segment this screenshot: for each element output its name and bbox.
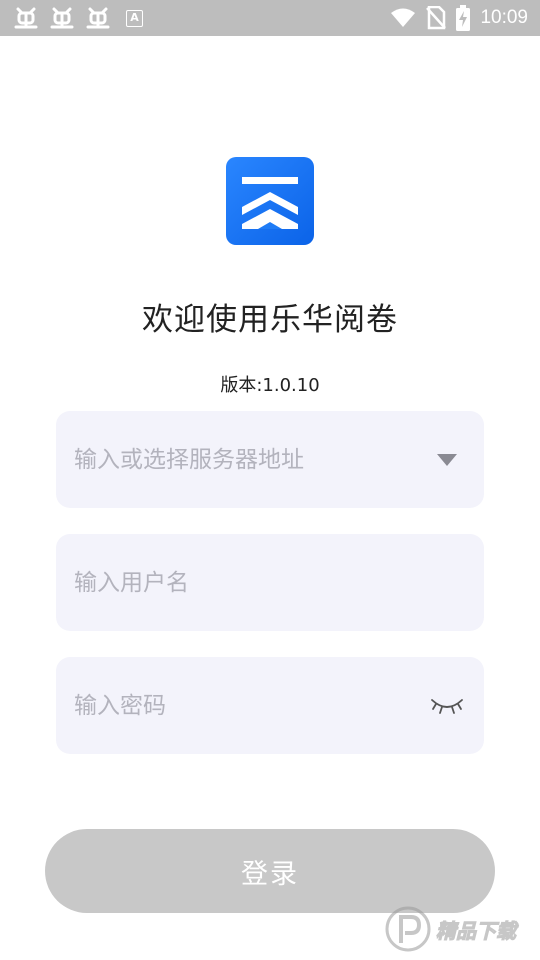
server-address-field[interactable] (56, 411, 484, 508)
wifi-icon (391, 8, 416, 27)
status-right-icons: 10:09 (390, 5, 528, 31)
app-logo-icon (226, 157, 314, 245)
watermark-logo-icon (385, 906, 431, 952)
login-button[interactable]: 登录 (45, 829, 495, 913)
password-field[interactable] (56, 657, 484, 754)
bug-icon (50, 7, 74, 29)
login-screen: A 10:09 欢迎使用乐华阅卷 版本:1.0.10 输入或选择服务器地址 输入… (0, 0, 540, 960)
dropdown-arrow-icon[interactable] (436, 453, 458, 467)
welcome-title: 欢迎使用乐华阅卷 (142, 302, 398, 338)
battery-charging-icon (456, 5, 471, 31)
bug-icon (14, 7, 38, 29)
status-left-icons: A (12, 5, 143, 31)
chevron-up-logo-icon (242, 177, 298, 229)
password-input[interactable] (74, 692, 404, 719)
a-box-icon: A (126, 9, 143, 27)
no-sim-icon (426, 6, 447, 30)
status-time: 10:09 (480, 7, 528, 28)
status-bar: A 10:09 (0, 0, 540, 36)
eye-closed-icon[interactable] (430, 696, 464, 716)
server-address-input[interactable] (74, 446, 404, 473)
username-input[interactable] (74, 569, 404, 596)
version-text: 版本:1.0.10 (220, 375, 320, 396)
bug-icon (86, 7, 110, 29)
username-field[interactable] (56, 534, 484, 631)
watermark: 精品下载 (384, 902, 536, 956)
watermark-text: 精品下载 (436, 918, 517, 943)
